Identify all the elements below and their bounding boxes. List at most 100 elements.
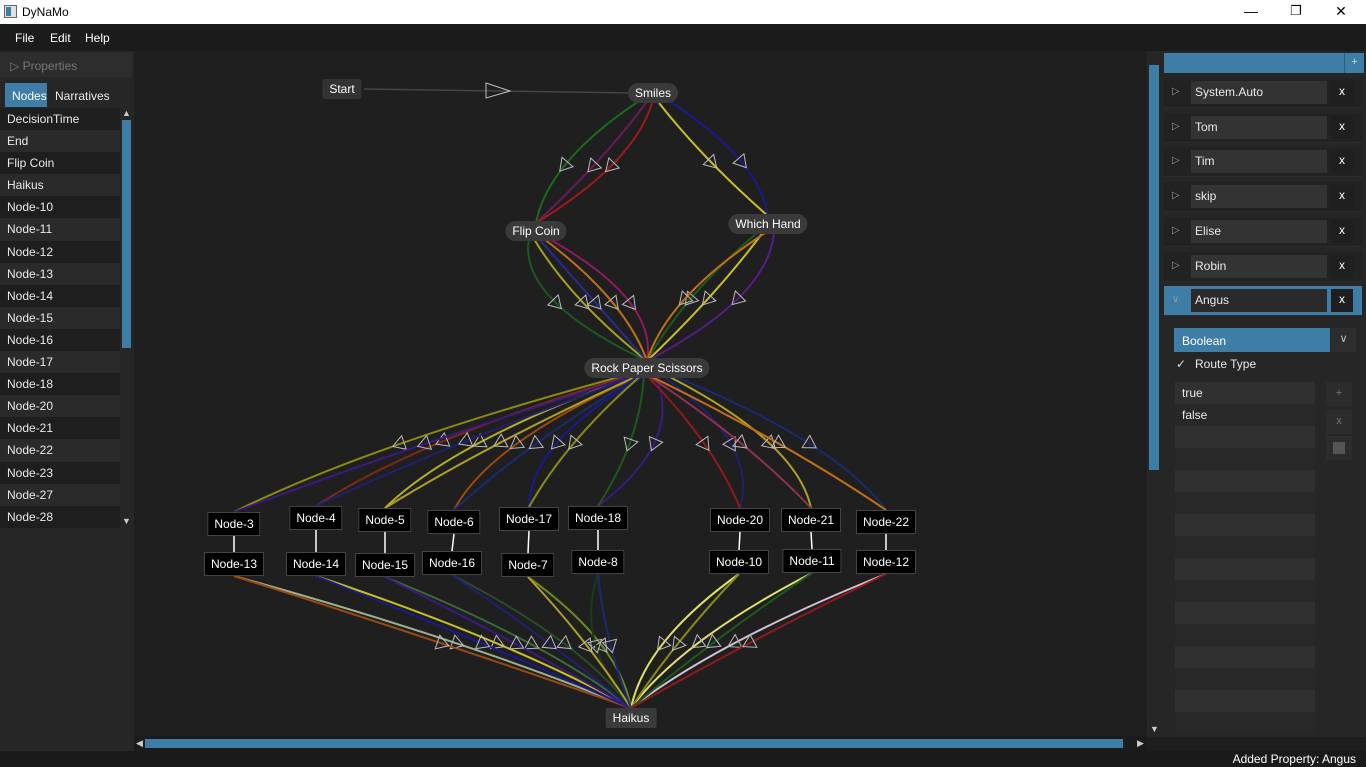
remove-property-button[interactable]: x xyxy=(1331,219,1353,243)
scroll-down-arrow-icon[interactable]: ▼ xyxy=(122,516,131,526)
graph-node[interactable]: Node-3 xyxy=(207,512,261,536)
list-item[interactable]: Node-16 xyxy=(0,328,120,352)
chevron-down-icon[interactable]: ∨ xyxy=(1172,294,1179,305)
remove-property-button[interactable]: x xyxy=(1331,81,1353,104)
canvas-vertical-scrollbar[interactable]: ▼ xyxy=(1147,51,1161,737)
list-item[interactable]: Flip Coin xyxy=(0,152,120,175)
list-item[interactable]: Haikus xyxy=(0,174,120,197)
list-item[interactable]: DecisionTime xyxy=(0,108,120,131)
property-name-field[interactable]: skip xyxy=(1191,185,1327,209)
node-list-scrollbar[interactable]: ▲ ▼ xyxy=(120,108,133,528)
node-rock-paper-scissors[interactable]: Rock Paper Scissors xyxy=(584,358,710,378)
graph-node[interactable]: Node-8 xyxy=(571,550,625,574)
node-which-hand[interactable]: Which Hand xyxy=(728,214,808,234)
list-item[interactable]: Node-10 xyxy=(0,196,120,219)
list-item[interactable]: Node-13 xyxy=(0,262,120,285)
property-row[interactable]: ∨ Angus x xyxy=(1164,286,1362,317)
remove-property-button[interactable]: x xyxy=(1331,254,1353,278)
value-row[interactable]: true xyxy=(1175,382,1315,404)
property-name-field[interactable]: Elise xyxy=(1191,219,1327,243)
list-item[interactable]: Node-12 xyxy=(0,240,120,263)
graph-node[interactable]: Node-16 xyxy=(421,551,483,575)
node-smiles[interactable]: Smiles xyxy=(627,83,679,103)
property-row[interactable]: ▷ skip x xyxy=(1164,182,1362,213)
properties-header[interactable]: ▷ Properties xyxy=(0,53,132,77)
list-item[interactable]: Node-17 xyxy=(0,351,120,374)
graph-node[interactable]: Node-4 xyxy=(289,506,343,530)
graph-node[interactable]: Node-13 xyxy=(203,552,265,576)
property-name-field[interactable]: System.Auto xyxy=(1191,81,1327,104)
list-item[interactable]: Node-14 xyxy=(0,284,120,307)
chevron-right-icon[interactable]: ▷ xyxy=(1172,260,1180,271)
graph-node[interactable]: Node-15 xyxy=(354,553,416,577)
route-type-checkbox[interactable]: ✓ xyxy=(1176,357,1186,371)
maximize-button[interactable]: ❐ xyxy=(1273,0,1319,24)
list-item[interactable]: Node-27 xyxy=(0,483,120,506)
property-name-field[interactable]: Angus xyxy=(1191,289,1327,313)
canvas-horizontal-scrollbar[interactable]: ◀ ▶ xyxy=(134,736,1147,751)
close-button[interactable]: ✕ xyxy=(1318,0,1364,24)
list-item[interactable]: Node-23 xyxy=(0,461,120,484)
list-item[interactable]: Node-20 xyxy=(0,395,120,418)
graph-node[interactable]: Node-22 xyxy=(855,510,917,534)
property-row[interactable]: ▷ Robin x xyxy=(1164,251,1362,282)
tab-nodes[interactable]: Nodes xyxy=(5,83,47,107)
property-name-field[interactable]: Tom xyxy=(1191,115,1327,139)
menu-edit[interactable]: Edit xyxy=(50,31,71,45)
scroll-right-arrow-icon[interactable]: ▶ xyxy=(1137,738,1144,749)
property-row[interactable]: ▷ Tom x xyxy=(1164,112,1362,143)
canvas-horizontal-scroll-thumb[interactable] xyxy=(145,739,1123,748)
value-action-button[interactable] xyxy=(1326,436,1352,460)
node-flip-coin[interactable]: Flip Coin xyxy=(505,221,567,241)
list-item[interactable]: Node-18 xyxy=(0,373,120,396)
chevron-right-icon[interactable]: ▷ xyxy=(1172,225,1180,236)
remove-property-button[interactable]: x xyxy=(1331,289,1353,313)
canvas-vertical-scroll-thumb[interactable] xyxy=(1149,65,1159,470)
graph-node[interactable]: Node-14 xyxy=(285,552,347,576)
value-row[interactable]: false xyxy=(1175,404,1315,426)
scroll-down-arrow-icon[interactable]: ▼ xyxy=(1150,724,1159,734)
graph-node[interactable]: Node-20 xyxy=(709,508,771,532)
remove-property-button[interactable]: x xyxy=(1331,185,1353,209)
property-name-field[interactable]: Robin xyxy=(1191,254,1327,278)
chevron-right-icon[interactable]: ▷ xyxy=(1172,190,1180,201)
graph-canvas[interactable]: Start Smiles Flip Coin Which Hand Rock P… xyxy=(134,51,1147,736)
node-list-scroll-thumb[interactable] xyxy=(122,120,131,348)
graph-node[interactable]: Node-17 xyxy=(498,507,560,531)
remove-property-button[interactable]: x xyxy=(1331,115,1353,139)
chevron-right-icon[interactable]: ▷ xyxy=(1172,155,1180,166)
list-item[interactable]: Node-22 xyxy=(0,439,120,462)
list-item[interactable]: Node-21 xyxy=(0,417,120,440)
list-item[interactable]: Node-28 xyxy=(0,505,120,528)
graph-node[interactable]: Node-5 xyxy=(358,508,412,532)
remove-value-button[interactable]: x xyxy=(1326,410,1352,434)
list-item[interactable]: Node-15 xyxy=(0,306,120,329)
add-value-button[interactable]: + xyxy=(1326,382,1352,406)
node-start[interactable]: Start xyxy=(322,79,362,99)
tab-narratives[interactable]: Narratives xyxy=(48,83,110,107)
minimize-button[interactable]: — xyxy=(1228,0,1274,24)
menu-help[interactable]: Help xyxy=(85,31,110,45)
scroll-left-arrow-icon[interactable]: ◀ xyxy=(136,738,143,749)
graph-node[interactable]: Node-6 xyxy=(427,510,481,534)
graph-node[interactable]: Node-12 xyxy=(855,550,917,574)
node-haikus[interactable]: Haikus xyxy=(605,708,657,728)
remove-property-button[interactable]: x xyxy=(1331,150,1353,174)
property-name-field[interactable]: Tim xyxy=(1191,150,1327,174)
property-row[interactable]: ▷ System.Auto x xyxy=(1164,78,1362,108)
graph-node[interactable]: Node-7 xyxy=(501,553,555,577)
chevron-right-icon[interactable]: ▷ xyxy=(1172,86,1180,97)
list-item[interactable]: End xyxy=(0,130,120,153)
property-row[interactable]: ▷ Tim x xyxy=(1164,147,1362,178)
property-row[interactable]: ▷ Elise x xyxy=(1164,216,1362,247)
menu-file[interactable]: File xyxy=(15,31,34,45)
chevron-down-icon[interactable]: ∨ xyxy=(1330,328,1356,352)
add-property-button[interactable]: + xyxy=(1344,53,1364,73)
list-item[interactable]: Node-11 xyxy=(0,218,120,241)
graph-node[interactable]: Node-11 xyxy=(782,549,842,573)
graph-node[interactable]: Node-10 xyxy=(708,550,770,574)
graph-node[interactable]: Node-21 xyxy=(780,508,842,532)
chevron-right-icon[interactable]: ▷ xyxy=(1172,121,1180,132)
graph-node[interactable]: Node-18 xyxy=(567,506,629,530)
type-select[interactable]: Boolean ∨ xyxy=(1174,328,1356,352)
